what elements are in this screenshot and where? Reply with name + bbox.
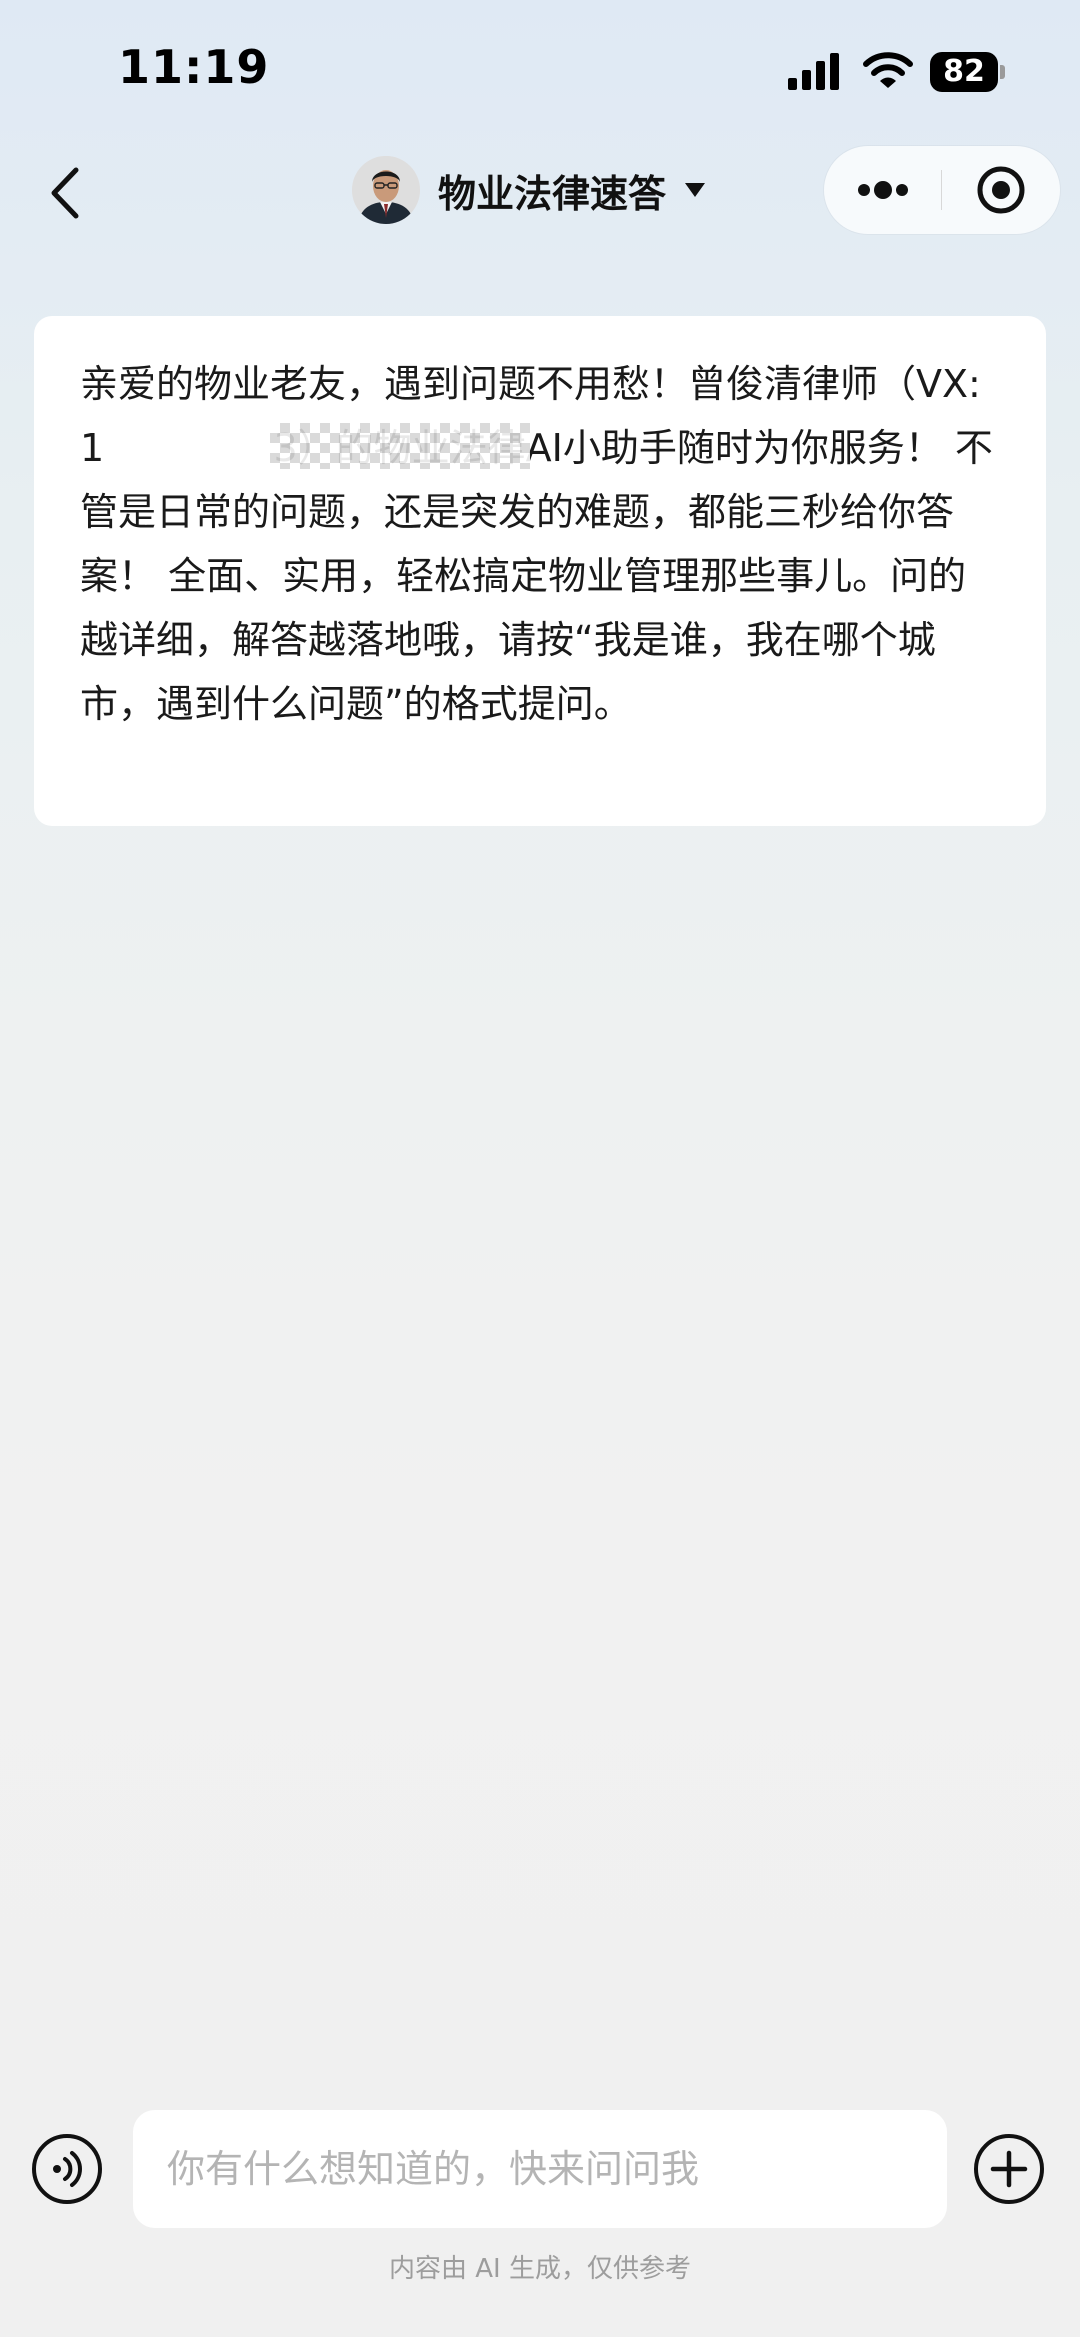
chat-input[interactable] [133, 2110, 947, 2228]
assistant-message-text: 亲爱的物业老友，遇到问题不用愁！曾俊清律师（VX:100000003）的物业法律… [80, 352, 996, 736]
more-dots-icon [858, 181, 908, 199]
redacted-phone-number: 0000000 [104, 426, 273, 470]
lawyer-portrait-icon [352, 156, 420, 224]
battery-tip [1000, 65, 1005, 79]
miniprogram-capsule [824, 146, 1060, 234]
target-circle-icon [977, 166, 1025, 214]
close-miniprogram-button[interactable] [942, 146, 1060, 234]
redaction-mosaic [270, 423, 530, 469]
battery-body: 82 [930, 52, 998, 92]
battery-icon: 82 [930, 52, 1006, 92]
back-button[interactable] [40, 158, 100, 228]
avatar [352, 156, 420, 224]
signal-bars-icon [788, 53, 839, 90]
assistant-message-bubble: 亲爱的物业老友，遇到问题不用愁！曾俊清律师（VX:100000003）的物业法律… [34, 316, 1046, 826]
battery-level: 82 [943, 54, 985, 89]
ai-disclaimer: 内容由 AI 生成，仅供参考 [389, 2254, 691, 2284]
voice-input-button[interactable] [30, 2132, 104, 2206]
wifi-icon [863, 52, 913, 88]
status-time: 11:19 [118, 40, 270, 94]
plus-circle-icon [974, 2134, 1044, 2204]
add-button[interactable] [972, 2132, 1046, 2206]
page-title: 物业法律速答 [438, 171, 667, 216]
status-bar: 11:19 82 [0, 0, 1080, 140]
triangle-down-icon [685, 183, 706, 197]
voice-wave-icon [32, 2134, 102, 2204]
chevron-left-icon [51, 167, 79, 219]
message-text-part-2: 3）的物业法律AI小助手随时为你服务！ 不管是日常的问题，还是突发的难题，都能三… [80, 426, 993, 726]
nav-title-group[interactable]: 物业法律速答 [352, 154, 706, 226]
more-button[interactable] [824, 146, 942, 234]
